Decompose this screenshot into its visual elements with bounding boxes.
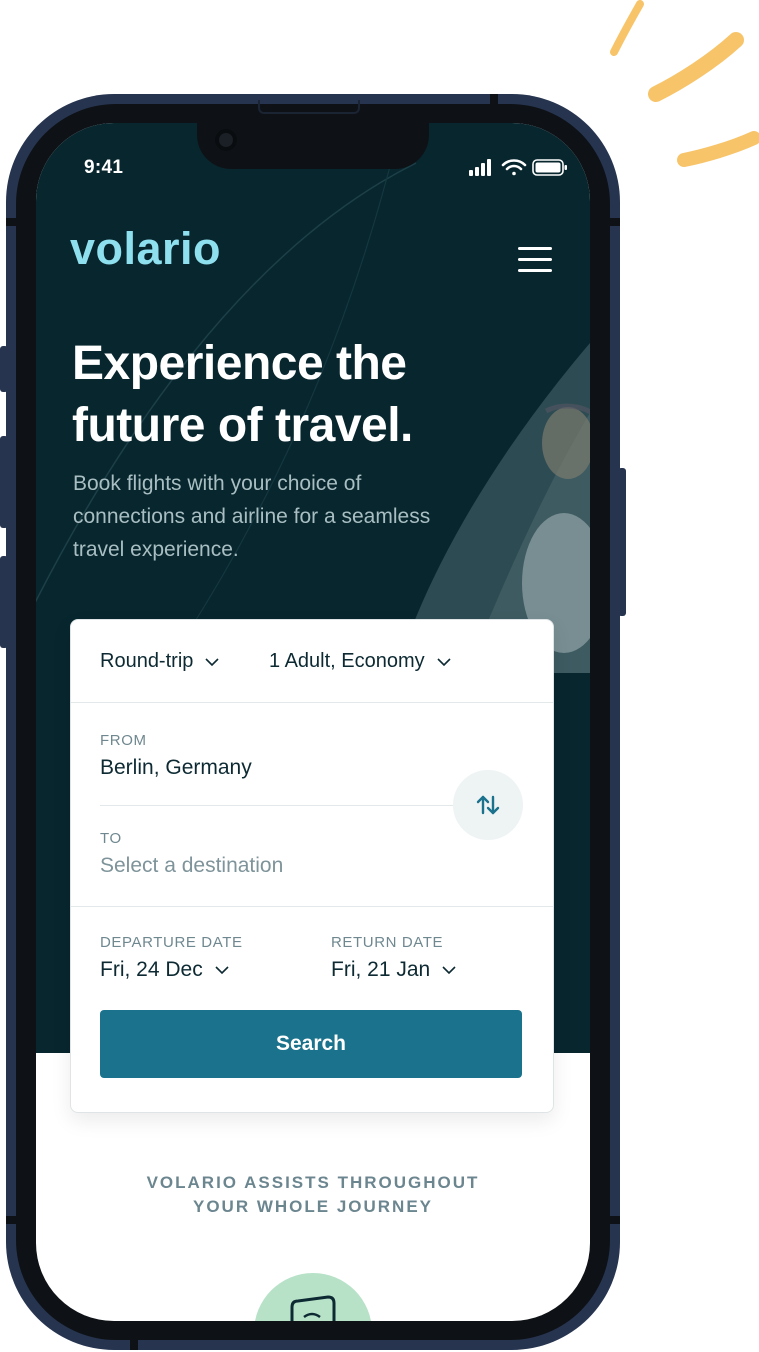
phone-screen: 9:41 volario Experience the future of tr… xyxy=(36,123,590,1321)
power-button xyxy=(618,468,626,616)
feature-illustration xyxy=(254,1273,372,1321)
antenna-band xyxy=(130,1340,138,1350)
chevron-down-icon xyxy=(442,966,456,975)
hero-headline: Experience the future of travel. xyxy=(72,337,413,452)
return-label: RETURN DATE xyxy=(331,934,444,951)
passport-icon xyxy=(290,1295,336,1321)
signal-icon xyxy=(469,159,491,176)
trip-type-select[interactable]: Round-trip xyxy=(100,650,219,673)
flight-search-card: Round-trip 1 Adult, Economy FROM Berlin,… xyxy=(70,619,554,1113)
antenna-band xyxy=(6,1216,16,1224)
volario-logo[interactable]: volario xyxy=(70,223,221,275)
from-value: Berlin, Germany xyxy=(100,756,252,779)
departure-value: Fri, 24 Dec xyxy=(100,958,203,981)
field-separator xyxy=(100,805,454,806)
search-button[interactable]: Search xyxy=(100,1010,522,1078)
speaker-grille xyxy=(258,100,360,114)
chevron-down-icon xyxy=(205,657,219,666)
to-label: TO xyxy=(100,830,122,847)
return-value: Fri, 21 Jan xyxy=(331,958,431,981)
antenna-band xyxy=(6,218,16,226)
antenna-band xyxy=(610,218,620,226)
camera-notch xyxy=(197,123,429,169)
antenna-band xyxy=(610,1216,620,1224)
front-camera xyxy=(215,129,237,151)
divider xyxy=(71,906,553,907)
chevron-down-icon xyxy=(437,657,451,666)
status-time: 9:41 xyxy=(84,157,124,178)
battery-icon xyxy=(532,159,567,176)
assist-line-2: YOUR WHOLE JOURNEY xyxy=(192,1197,434,1216)
wifi-icon xyxy=(501,159,527,176)
trip-type-value: Round-trip xyxy=(100,650,194,672)
passengers-value: 1 Adult, Economy xyxy=(269,650,425,672)
volume-up-button xyxy=(0,436,8,528)
decorative-brush-strokes xyxy=(610,0,759,167)
swap-button[interactable] xyxy=(453,770,523,840)
assist-heading: VOLARIO ASSISTS THROUGHOUT YOUR WHOLE JO… xyxy=(36,1171,590,1219)
volume-down-button xyxy=(0,556,8,648)
passengers-select[interactable]: 1 Adult, Economy xyxy=(269,650,451,673)
status-icons xyxy=(469,159,567,176)
divider xyxy=(71,702,553,703)
from-label: FROM xyxy=(100,732,147,749)
to-placeholder: Select a destination xyxy=(100,854,284,877)
antenna-band xyxy=(490,94,498,104)
swap-arrows-icon xyxy=(476,795,500,815)
hero-subtext: Book flights with your choice of connect… xyxy=(73,472,431,561)
chevron-down-icon xyxy=(215,966,229,975)
assist-line-1: VOLARIO ASSISTS THROUGHOUT xyxy=(146,1173,480,1192)
hamburger-menu-icon[interactable] xyxy=(516,245,554,273)
departure-label: DEPARTURE DATE xyxy=(100,934,243,951)
silent-switch xyxy=(0,346,8,392)
